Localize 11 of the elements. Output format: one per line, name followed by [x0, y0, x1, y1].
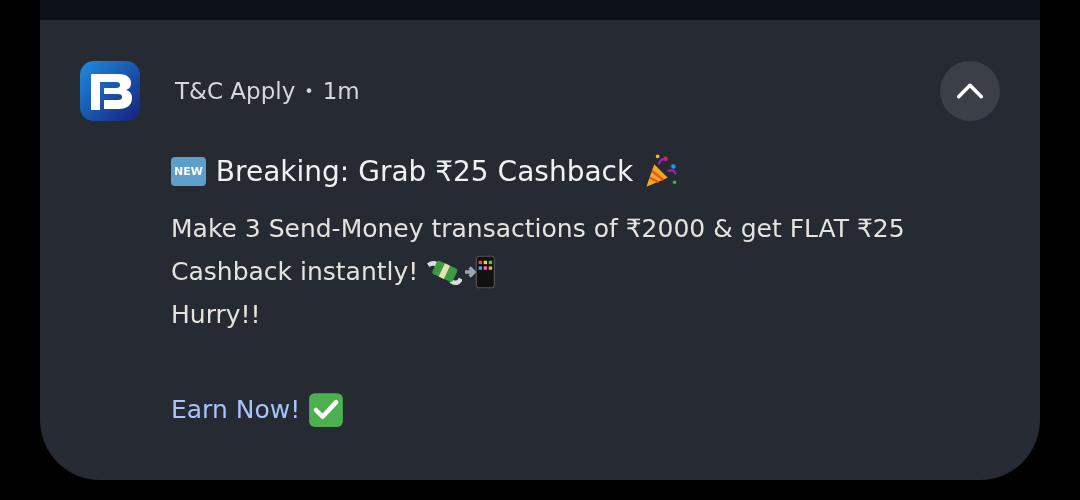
app-name: T&C Apply — [175, 78, 296, 104]
separator-dot: • — [304, 81, 314, 101]
check-mark-icon — [308, 391, 345, 428]
new-badge: NEW — [171, 156, 206, 186]
message-text: Make 3 Send-Money transactions of ₹2000 & get FLAT ₹25 — [171, 214, 905, 243]
timestamp: 1m — [322, 78, 360, 104]
notification-title: Breaking: Grab ₹25 Cashback — [215, 154, 634, 188]
message-text: Cashback instantly! — [171, 257, 419, 286]
earn-now-link[interactable]: Earn Now! — [171, 395, 301, 424]
message-text: Hurry!! — [171, 300, 261, 329]
app-logo-icon — [80, 61, 140, 121]
